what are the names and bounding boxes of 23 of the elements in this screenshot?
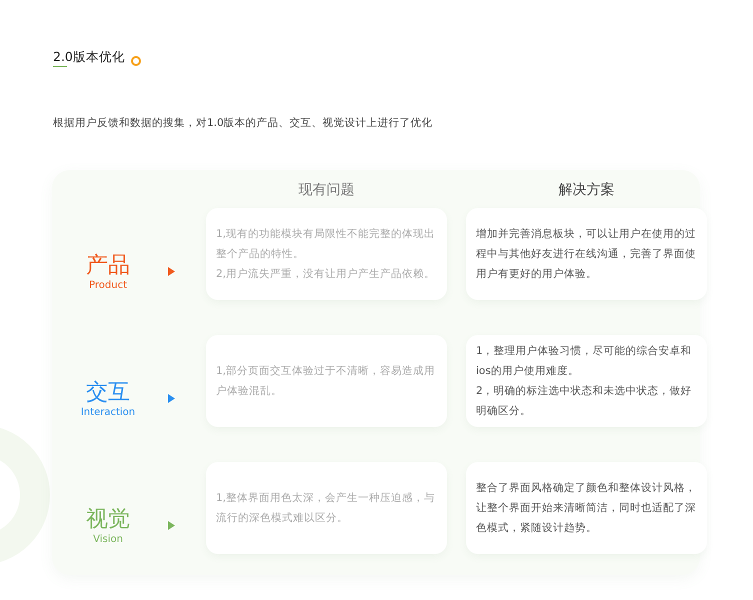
category-subtitle: Interaction [80,407,136,418]
ring-icon [130,56,141,66]
column-heading: 现有问题 [298,181,356,200]
solution-text: 1，整理用户体验习惯，尽可能的综合安卓和ios的用户使用难度。 [476,344,693,379]
category-title: 交互 [86,379,130,407]
category-title: 视觉 [86,506,130,534]
column-heading: 解决方案 [558,181,616,200]
problem-text: 1,整体界面用色太深，会产生一种压迫感，与流行的深色模式难以区分。 [216,491,436,526]
solution-text: 整合了界面风格确定了颜色和整体设计风格，让整个界面开始来清晰简洁，同时也适配了深色模式，紧随设计趋势。 [476,481,697,536]
play-icon [168,394,175,403]
section-title: 2.0版本优化 [53,49,125,66]
problem-text: 1,现有的功能模块有局限性不能完整的体现出整个产品的特性。 [216,227,436,262]
category-title: 产品 [86,252,130,280]
intro-text: 根据用户反馈和数据的搜集，对1.0版本的产品、交互、视觉设计上进行了优化 [53,116,433,130]
category-subtitle: Product [89,280,127,291]
problem-text: 2,用户流失严重，没有让用户产生产品依赖。 [216,267,436,282]
solution-text: 增加并完善消息板块，可以让用户在使用的过程中与其他好友进行在线沟通，完善了界面使用户有更好的用户体验。 [476,227,697,282]
play-icon [168,267,175,276]
problem-text: 1,部分页面交互体验过于不清晰，容易造成用户体验混乱。 [216,364,436,399]
title-underline [53,66,67,67]
play-icon [168,521,175,530]
category-subtitle: Vision [93,534,123,545]
solution-text: 2，明确的标注选中状态和未选中状态，做好明确区分。 [476,384,693,419]
